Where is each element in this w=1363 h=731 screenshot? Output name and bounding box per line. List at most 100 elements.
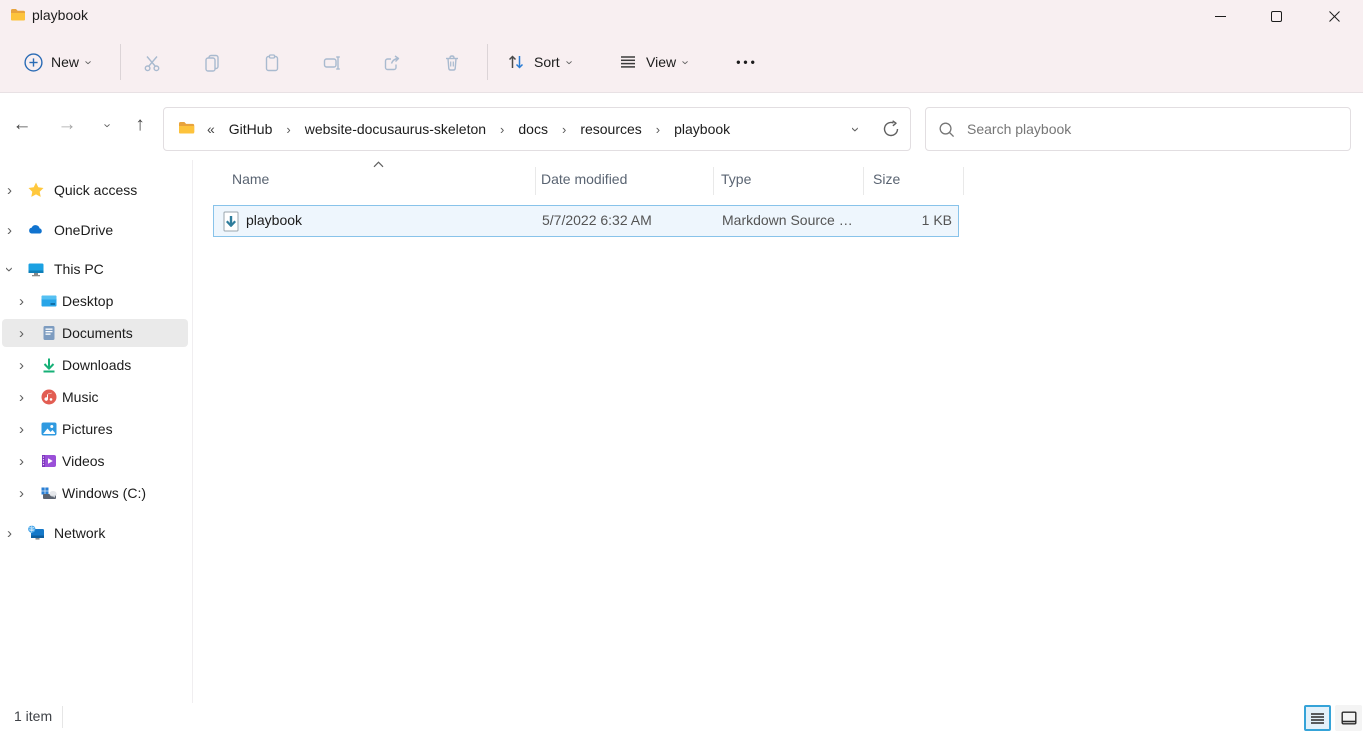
address-dropdown-icon[interactable]: › xyxy=(848,127,863,132)
maximize-button[interactable] xyxy=(1248,0,1304,32)
view-button-label: View xyxy=(646,54,676,70)
sidebar-item-label: Documents xyxy=(62,325,133,341)
file-type: Markdown Source … xyxy=(722,212,853,228)
column-header-name[interactable]: Name xyxy=(232,171,269,187)
downloads-icon xyxy=(40,356,58,374)
sidebar-item-label: This PC xyxy=(54,261,104,277)
chevron-right-icon[interactable]: › xyxy=(19,422,24,437)
chevron-right-icon[interactable]: › xyxy=(19,390,24,405)
see-more-button[interactable]: ••• xyxy=(731,46,763,78)
sidebar-item-quick-access[interactable]: › Quick access xyxy=(0,176,190,204)
status-bar: 1 item xyxy=(0,703,1363,731)
new-button[interactable]: New › xyxy=(16,46,99,78)
chevron-down-icon[interactable]: › xyxy=(2,267,17,272)
recent-locations-button[interactable]: › xyxy=(90,107,126,143)
rename-icon[interactable] xyxy=(322,53,342,73)
details-view-button[interactable] xyxy=(1304,705,1331,731)
star-icon xyxy=(27,181,45,199)
breadcrumb-overflow[interactable]: « xyxy=(207,121,215,137)
plus-circle-icon xyxy=(24,53,43,72)
chevron-down-icon: › xyxy=(680,60,693,64)
chevron-right-icon[interactable]: › xyxy=(19,326,24,341)
close-button[interactable] xyxy=(1306,0,1362,32)
sidebar-item-videos[interactable]: › Videos xyxy=(0,447,190,475)
back-arrow-icon: ← xyxy=(13,114,32,136)
chevron-right-icon[interactable]: › xyxy=(19,454,24,469)
breadcrumb-item[interactable]: website-docusaurus-skeleton xyxy=(305,121,486,137)
breadcrumb-item[interactable]: docs xyxy=(518,121,548,137)
view-icon xyxy=(618,52,638,72)
new-button-label: New xyxy=(51,54,79,70)
sidebar-item-label: Windows (C:) xyxy=(62,485,146,501)
minimize-icon xyxy=(1215,11,1226,22)
folder-icon xyxy=(10,8,26,25)
sort-button[interactable]: Sort › xyxy=(498,46,580,78)
videos-icon xyxy=(40,452,58,470)
delete-icon[interactable] xyxy=(442,53,462,73)
breadcrumb-item[interactable]: GitHub xyxy=(229,121,273,137)
search-input[interactable] xyxy=(967,121,1338,137)
sidebar-item-label: Quick access xyxy=(54,182,137,198)
toolbar-separator xyxy=(120,44,121,80)
file-explorer-window: playbook New › Sort › xyxy=(0,0,1363,731)
chevron-right-icon: › xyxy=(500,122,504,137)
chevron-right-icon[interactable]: › xyxy=(7,223,12,238)
paste-icon[interactable] xyxy=(262,53,282,73)
chevron-right-icon: › xyxy=(656,122,660,137)
column-resize-handle[interactable] xyxy=(713,167,714,195)
column-header-type[interactable]: Type xyxy=(721,171,751,187)
large-icons-view-button[interactable] xyxy=(1335,705,1362,731)
minimize-button[interactable] xyxy=(1192,0,1248,32)
column-header-size[interactable]: Size xyxy=(873,171,900,187)
sidebar-item-label: Desktop xyxy=(62,293,113,309)
address-bar[interactable]: « GitHub › website-docusaurus-skeleton ›… xyxy=(163,107,911,151)
sidebar-divider xyxy=(192,160,193,710)
sidebar-item-this-pc[interactable]: › This PC xyxy=(0,255,190,283)
up-button[interactable]: ↑ xyxy=(122,107,158,143)
sort-ascending-caret-icon[interactable] xyxy=(373,161,384,168)
file-date-modified: 5/7/2022 6:32 AM xyxy=(542,212,652,228)
maximize-icon xyxy=(1271,11,1282,22)
chevron-right-icon[interactable]: › xyxy=(19,294,24,309)
breadcrumb-item[interactable]: resources xyxy=(580,121,641,137)
chevron-right-icon[interactable]: › xyxy=(19,486,24,501)
sidebar-item-downloads[interactable]: › Downloads xyxy=(0,351,190,379)
sort-icon xyxy=(506,52,526,72)
chevron-down-icon: › xyxy=(563,60,576,64)
column-resize-handle[interactable] xyxy=(863,167,864,195)
column-resize-handle[interactable] xyxy=(963,167,964,195)
back-button[interactable]: ← xyxy=(4,107,40,143)
markdown-file-icon xyxy=(223,211,239,235)
sidebar-item-label: Pictures xyxy=(62,421,113,437)
chevron-right-icon[interactable]: › xyxy=(19,358,24,373)
column-resize-handle[interactable] xyxy=(535,167,536,195)
sidebar-item-pictures[interactable]: › Pictures xyxy=(0,415,190,443)
command-toolbar: New › Sort › View › ••• xyxy=(0,32,1363,93)
sidebar-item-onedrive[interactable]: › OneDrive xyxy=(0,216,190,244)
item-count: 1 item xyxy=(14,708,52,724)
share-icon[interactable] xyxy=(382,53,402,73)
column-header-date-modified[interactable]: Date modified xyxy=(541,171,627,187)
chevron-down-icon: › xyxy=(102,123,115,127)
view-button[interactable]: View › xyxy=(610,46,696,78)
chevron-right-icon[interactable]: › xyxy=(7,526,12,541)
forward-button[interactable]: → xyxy=(49,107,85,143)
chevron-down-icon: › xyxy=(83,60,96,64)
chevron-right-icon: › xyxy=(286,122,290,137)
breadcrumb-item[interactable]: playbook xyxy=(674,121,730,137)
refresh-icon[interactable] xyxy=(882,120,900,138)
sidebar-item-documents[interactable]: › Documents xyxy=(2,319,188,347)
sidebar-item-label: Downloads xyxy=(62,357,131,373)
chevron-right-icon[interactable]: › xyxy=(7,183,12,198)
file-row-playbook[interactable]: playbook 5/7/2022 6:32 AM Markdown Sourc… xyxy=(213,205,959,237)
documents-icon xyxy=(40,324,58,342)
sidebar-item-music[interactable]: › Music xyxy=(0,383,190,411)
cut-icon[interactable] xyxy=(142,53,162,73)
sidebar-item-network[interactable]: › Network xyxy=(0,519,190,547)
sidebar-item-desktop[interactable]: › Desktop xyxy=(0,287,190,315)
drive-icon xyxy=(40,484,58,502)
desktop-icon xyxy=(40,292,58,310)
copy-icon[interactable] xyxy=(202,53,222,73)
sidebar-item-windows-c[interactable]: › Windows (C:) xyxy=(0,479,190,507)
onedrive-cloud-icon xyxy=(27,221,45,239)
